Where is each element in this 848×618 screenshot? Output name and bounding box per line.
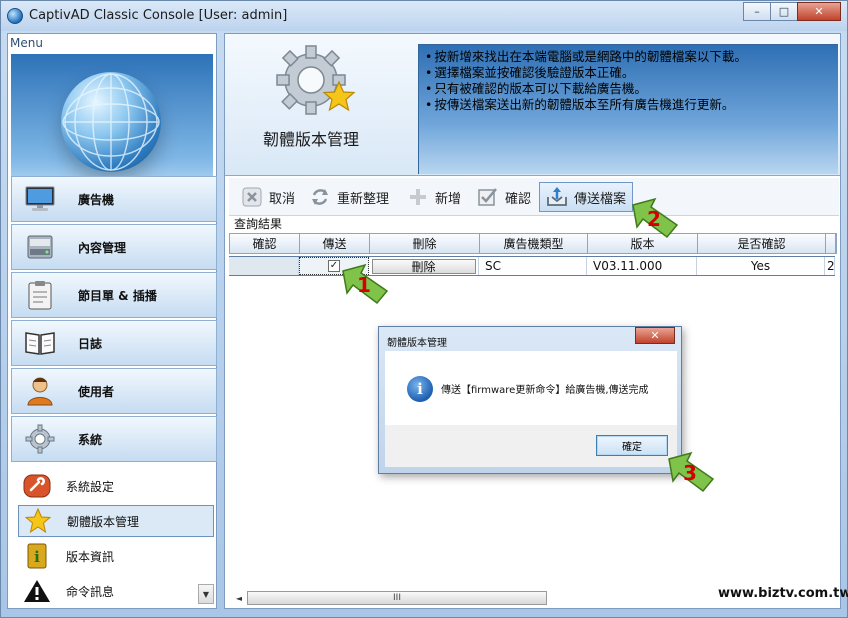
cancel-label: 取消 <box>269 191 296 207</box>
callout-number: 3 <box>683 461 697 485</box>
monitor-icon <box>24 184 56 214</box>
callout-number: 2 <box>647 207 661 231</box>
content-panel: 韌體版本管理 按新增來找出在本端電腦或是網路中的韌體檔案以下載。 選擇檔案並按確… <box>224 33 848 609</box>
app-globe-icon <box>7 8 23 24</box>
dialog-message: 傳送【firmware更新命令】給廣告機,傳送完成 <box>441 385 649 396</box>
message-dialog: 韌體版本管理 ✕ i 傳送【firmware更新命令】給廣告機,傳送完成 確定 <box>378 326 682 474</box>
sub-item-firmware[interactable]: 韌體版本管理 <box>18 505 214 537</box>
instruction-line: 按新增來找出在本端電腦或是網路中的韌體檔案以下載。 <box>425 49 747 65</box>
sub-item-version-info[interactable]: i 版本資訊 <box>18 540 214 572</box>
add-label: 新增 <box>435 191 462 207</box>
window-title: CaptivAD Classic Console [User: admin] <box>29 8 288 23</box>
dialog-body: i 傳送【firmware更新命令】給廣告機,傳送完成 <box>385 351 677 425</box>
table-row[interactable]: ✓ 刪除 SC V03.11.000 Yes 2 <box>229 256 835 276</box>
menu-item-content[interactable]: 內容管理 <box>11 224 217 270</box>
callout-arrow-2: 2 <box>629 197 681 241</box>
refresh-label: 重新整理 <box>337 191 390 207</box>
menu-item-label: 節目單 & 插播 <box>78 288 157 303</box>
dialog-close-button[interactable]: ✕ <box>635 327 675 344</box>
sub-item-label: 版本資訊 <box>66 549 115 564</box>
globe-icon <box>61 72 161 172</box>
wrench-icon <box>22 473 52 499</box>
info-book-icon: i <box>22 543 52 569</box>
instruction-line: 按傳送檔案送出新的韌體版本至所有廣告機進行更新。 <box>425 97 747 113</box>
scroll-thumb[interactable]: III <box>247 591 547 605</box>
column-header-confirm[interactable]: 確認 <box>230 234 300 253</box>
grid-caption: 查詢結果 <box>234 217 283 231</box>
sub-item-system-settings[interactable]: 系統設定 <box>18 470 214 502</box>
send-tray-icon <box>546 186 568 208</box>
callout-arrow-1: 1 <box>339 263 391 307</box>
menu-item-ad-players[interactable]: 廣告機 <box>11 176 217 222</box>
close-button[interactable]: ✕ <box>797 2 841 21</box>
dialog-title: 韌體版本管理 <box>387 338 447 349</box>
send-file-label: 傳送檔案 <box>574 191 627 207</box>
column-header-confirmed[interactable]: 是否確認 <box>698 234 826 253</box>
menu-item-system[interactable]: 系統 <box>11 416 217 462</box>
disk-drive-icon <box>24 232 56 262</box>
instruction-line: 只有被確認的版本可以下載給廣告機。 <box>425 81 747 97</box>
cell-version: V03.11.000 <box>587 257 697 275</box>
menu-panel: Menu 廣告機 內容管理 節目單 & 插播 日誌 使用者 系統 系統設定 韌體… <box>7 33 217 609</box>
refresh-icon <box>309 186 331 208</box>
star-icon <box>23 508 53 534</box>
scroll-left-arrow[interactable]: ◄ <box>233 591 245 605</box>
column-header-delete[interactable]: 刪除 <box>370 234 480 253</box>
watermark-text: www.biztv.com.tw <box>718 586 848 601</box>
cell-confirmed: Yes <box>697 257 825 275</box>
plus-icon <box>407 186 429 208</box>
menu-label: Menu <box>10 36 43 50</box>
checkbox-icon <box>477 186 499 208</box>
instructions-box: 按新增來找出在本端電腦或是網路中的韌體檔案以下載。 選擇檔案並按確認後驗證版本正… <box>418 44 838 174</box>
cancel-button[interactable]: 取消 <box>241 182 295 212</box>
column-header-player-type[interactable]: 廣告機類型 <box>480 234 588 253</box>
user-icon <box>24 376 56 406</box>
menu-item-logs[interactable]: 日誌 <box>11 320 217 366</box>
sub-item-label: 韌體版本管理 <box>67 514 140 529</box>
toolbar: 取消 重新整理 新增 確認 傳送檔案 <box>229 178 839 216</box>
instruction-line: 選擇檔案並按確認後驗證版本正確。 <box>425 65 747 81</box>
menu-item-label: 日誌 <box>78 336 103 351</box>
send-file-button[interactable]: 傳送檔案 <box>539 182 634 212</box>
cancel-x-icon <box>241 186 263 208</box>
column-header-extra[interactable] <box>826 234 836 253</box>
confirm-label: 確認 <box>505 191 532 207</box>
dialog-footer: 確定 <box>385 425 677 467</box>
window-controls: – □ ✕ <box>743 2 841 21</box>
menu-item-label: 使用者 <box>78 384 115 399</box>
menu-item-users[interactable]: 使用者 <box>11 368 217 414</box>
submenu-scroll-down-button[interactable]: ▼ <box>198 584 214 604</box>
callout-arrow-3: 3 <box>665 451 717 495</box>
callout-number: 1 <box>357 273 371 297</box>
page-header: 韌體版本管理 按新增來找出在本端電腦或是網路中的韌體檔案以下載。 選擇檔案並按確… <box>225 34 840 176</box>
menu-item-label: 內容管理 <box>78 240 127 255</box>
info-icon: i <box>407 376 433 402</box>
sub-item-label: 系統設定 <box>66 479 115 494</box>
column-header-send[interactable]: 傳送 <box>300 234 370 253</box>
cell-extra: 2 <box>827 257 835 275</box>
menu-item-schedule[interactable]: 節目單 & 插播 <box>11 272 217 318</box>
grid-header: 確認 傳送 刪除 廣告機類型 版本 是否確認 <box>229 233 837 254</box>
svg-text:i: i <box>34 548 40 566</box>
gear-icon <box>24 424 56 454</box>
clipboard-icon <box>24 280 56 310</box>
ok-button[interactable]: 確定 <box>596 435 668 456</box>
refresh-button[interactable]: 重新整理 <box>309 182 389 212</box>
confirm-button[interactable]: 確認 <box>477 182 531 212</box>
menu-item-label: 系統 <box>78 432 103 447</box>
sub-item-command-messages[interactable]: 命令訊息 <box>18 575 214 607</box>
menu-item-label: 廣告機 <box>78 192 115 207</box>
title-bar[interactable]: CaptivAD Classic Console [User: admin] –… <box>1 1 847 31</box>
app-window: CaptivAD Classic Console [User: admin] –… <box>0 0 848 618</box>
maximize-button[interactable]: □ <box>770 2 798 21</box>
cell-confirm <box>229 257 299 275</box>
page-title: 韌體版本管理 <box>263 130 360 149</box>
cell-player-type: SC <box>479 257 587 275</box>
sub-item-label: 命令訊息 <box>66 584 115 599</box>
warning-icon <box>22 578 52 604</box>
minimize-button[interactable]: – <box>743 2 771 21</box>
add-button[interactable]: 新增 <box>407 182 461 212</box>
firmware-gear-star-icon <box>273 42 363 122</box>
book-icon <box>24 328 56 358</box>
